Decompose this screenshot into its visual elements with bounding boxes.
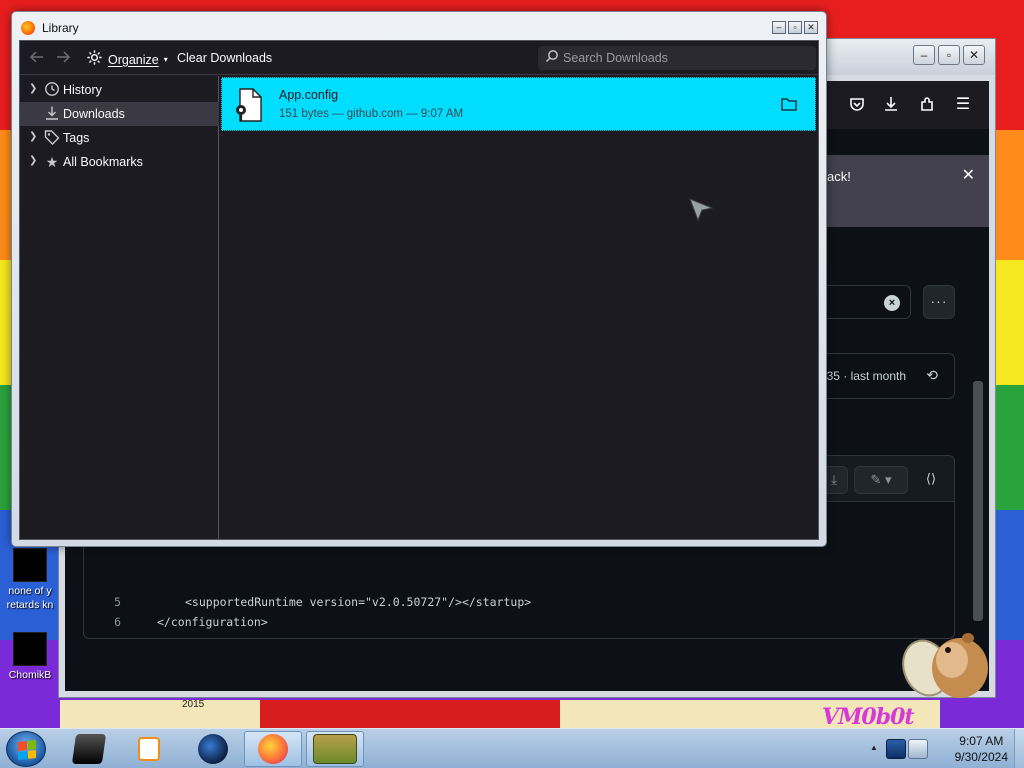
- library-close-button[interactable]: ✕: [804, 21, 818, 34]
- notification-text: ack!: [827, 169, 851, 184]
- library-maximize-button[interactable]: ▫: [788, 21, 802, 34]
- volume-icon[interactable]: [908, 739, 928, 759]
- download-filename: App.config: [279, 88, 339, 102]
- config-file-icon: [236, 88, 262, 122]
- library-body: Organize ▾ Clear Downloads Search Downlo…: [19, 40, 819, 540]
- show-hidden-icons-icon[interactable]: ▲: [870, 743, 878, 752]
- download-meta: 151 bytes — github.com — 9:07 AM: [279, 108, 464, 120]
- clock-icon: [43, 81, 61, 99]
- downloads-list: App.config 151 bytes — github.com — 9:07…: [220, 76, 818, 539]
- chevron-right-icon[interactable]: ❯: [29, 155, 37, 166]
- taskbar-app-chomikbox[interactable]: [306, 731, 364, 767]
- tag-icon: [43, 129, 61, 147]
- clear-downloads-button[interactable]: Clear Downloads: [177, 51, 272, 65]
- search-downloads-input[interactable]: Search Downloads: [538, 46, 816, 70]
- windows-logo-icon: [18, 740, 36, 760]
- menu-icon[interactable]: ☰: [953, 95, 973, 115]
- maximize-button[interactable]: ▫: [938, 45, 960, 65]
- hamster-sticker: [902, 633, 988, 698]
- download-icon: [43, 105, 61, 123]
- page-scrollbar[interactable]: [971, 271, 985, 651]
- sidebar-item-history[interactable]: ❯ History: [20, 78, 219, 102]
- show-desktop-button[interactable]: [1014, 729, 1024, 768]
- sidebar-item-tags[interactable]: ❯ Tags: [20, 126, 219, 150]
- desktop-icon-chomikbox[interactable]: ChomikB: [2, 632, 58, 682]
- desktop-icon-thumb: [13, 548, 47, 582]
- sidebar-item-label: Tags: [63, 131, 90, 145]
- library-titlebar[interactable]: Library – ▫ ✕: [12, 12, 826, 40]
- taskbar-clock[interactable]: 9:07 AM 9/30/2024: [955, 733, 1008, 765]
- scrollbar-thumb[interactable]: [973, 381, 983, 621]
- taskbar: ▲ 9:07 AM 9/30/2024: [0, 728, 1024, 768]
- firefox-icon: [258, 734, 288, 764]
- library-window[interactable]: Library – ▫ ✕ Organize ▾ Clear Downloads: [11, 11, 827, 547]
- desktop-bottom-red: [260, 700, 560, 728]
- library-toolbar: Organize ▾ Clear Downloads Search Downlo…: [20, 41, 818, 75]
- minimize-button[interactable]: –: [913, 45, 935, 65]
- chevron-down-icon: ▾: [163, 55, 168, 64]
- star-icon: ★: [45, 154, 59, 170]
- symbols-panel-button[interactable]: ⟨⟩: [916, 466, 946, 494]
- more-options-button[interactable]: ···: [923, 285, 955, 319]
- line-number: 5: [114, 595, 121, 609]
- download-icon[interactable]: [881, 95, 901, 115]
- sidebar-item-label: Downloads: [63, 107, 125, 121]
- code-text: </configuration>: [157, 615, 268, 629]
- line-number: 6: [114, 615, 121, 629]
- library-sidebar: ❯ History Downloads ❯ Tags ❯ ★ All Bookm…: [20, 76, 219, 539]
- organize-menu-button[interactable]: Organize ▾: [86, 49, 168, 70]
- search-icon: [545, 49, 559, 66]
- back-arrow-icon[interactable]: [29, 49, 45, 69]
- search-placeholder: Search Downloads: [563, 51, 668, 65]
- clear-search-icon[interactable]: ×: [884, 295, 900, 311]
- desktop-bottom-text: 2015: [182, 699, 205, 710]
- chevron-right-icon[interactable]: ❯: [29, 83, 37, 94]
- history-icon[interactable]: ⟲: [926, 367, 938, 384]
- desktop-icon-label: none of y retards kn: [6, 585, 54, 611]
- organize-label: Organize: [108, 52, 159, 67]
- start-button[interactable]: [6, 731, 46, 767]
- clock-time: 9:07 AM: [959, 734, 1004, 748]
- code-line: 6 </configuration>: [84, 612, 954, 632]
- sidebar-item-downloads[interactable]: Downloads: [20, 102, 219, 126]
- desktop-icon-label: ChomikB: [8, 669, 52, 681]
- media-player-icon: [138, 737, 160, 761]
- firefox-icon: [21, 21, 35, 35]
- desktop-icon-thumb: [13, 632, 47, 666]
- code-line: 5 <supportedRuntime version="v2.0.50727"/…: [84, 592, 954, 612]
- edit-file-button[interactable]: ✎ ▾: [854, 466, 908, 494]
- extensions-icon[interactable]: [917, 95, 937, 115]
- taskbar-app-globe[interactable]: [184, 731, 242, 767]
- library-minimize-button[interactable]: –: [772, 21, 786, 34]
- mouse-cursor-icon: [689, 198, 714, 222]
- commit-time-text: 35 · last month: [826, 369, 906, 383]
- sidebar-item-label: All Bookmarks: [63, 155, 143, 169]
- chomikbox-icon: [313, 734, 357, 764]
- clock-date: 9/30/2024: [954, 750, 1008, 764]
- open-folder-icon[interactable]: [781, 97, 797, 111]
- sidebar-item-all-bookmarks[interactable]: ❯ ★ All Bookmarks: [20, 150, 219, 174]
- close-button[interactable]: ✕: [963, 45, 985, 65]
- watermark-text: VM0b0t: [822, 704, 915, 730]
- sidebar-item-label: History: [63, 83, 102, 97]
- taskbar-app-media-player[interactable]: [120, 731, 178, 767]
- code-text: <supportedRuntime version="v2.0.50727"/>…: [185, 595, 532, 609]
- taskbar-app-firefox[interactable]: [244, 731, 302, 767]
- network-icon[interactable]: [886, 739, 906, 759]
- library-title: Library: [42, 21, 79, 35]
- terminal-icon: [71, 734, 107, 764]
- gear-icon: [86, 49, 103, 70]
- pocket-icon[interactable]: [847, 95, 867, 115]
- globe-icon: [198, 734, 228, 764]
- download-item[interactable]: App.config 151 bytes — github.com — 9:07…: [221, 77, 816, 131]
- chevron-right-icon[interactable]: ❯: [29, 131, 37, 142]
- notification-close-icon[interactable]: ✕: [962, 165, 975, 185]
- desktop-icon-text-file[interactable]: none of y retards kn: [2, 548, 58, 612]
- forward-arrow-icon[interactable]: [55, 49, 71, 69]
- taskbar-app-terminal[interactable]: [60, 731, 118, 767]
